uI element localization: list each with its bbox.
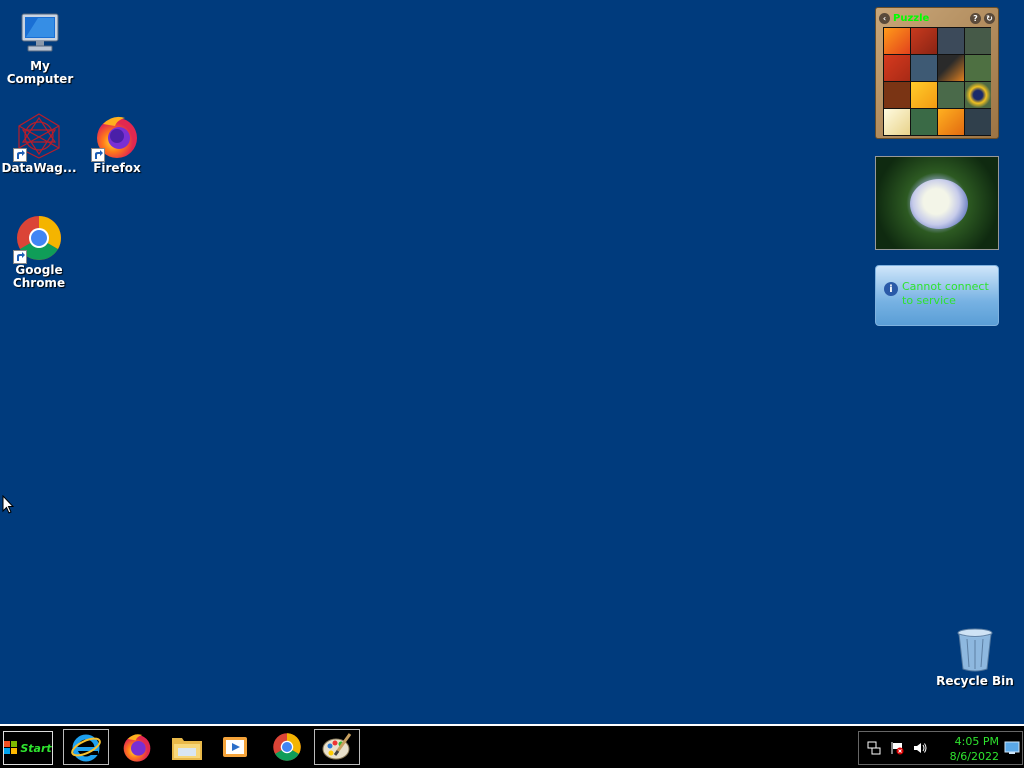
clock-time: 4:05 PM [954,735,999,748]
paint-icon [322,733,352,760]
datawag-icon [13,112,63,162]
start-label: Start [20,741,52,755]
taskbar-paint[interactable] [314,729,360,765]
desktop-icon-label: Recycle Bin [936,674,1014,688]
puzzle-tile[interactable] [884,55,910,81]
puzzle-tile[interactable] [911,28,937,54]
media-player-icon [223,737,247,757]
desktop-icon-label: My Computer [6,59,74,86]
desktop-icon-google-chrome[interactable]: Google Chrome [0,214,79,290]
recycle-bin-icon [951,625,999,673]
taskbar-file-explorer[interactable] [164,729,210,765]
shortcut-arrow-icon [13,148,27,162]
clock-date: 8/6/2022 [949,750,999,763]
slideshow-gadget[interactable] [875,156,999,250]
system-tray: 4:05 PM 8/6/2022 [858,731,1023,765]
puzzle-title: Puzzle [893,12,930,24]
info-icon: i [884,282,898,296]
taskbar-media-player[interactable] [212,729,258,765]
help-icon[interactable]: ? [970,12,981,24]
puzzle-grid[interactable] [883,27,991,136]
puzzle-gadget[interactable]: ‹ Puzzle ? ↻ [875,7,999,139]
network-icon[interactable] [866,740,882,756]
weather-gadget[interactable]: i Cannot connect to service [875,265,999,326]
shortcut-arrow-icon [91,148,105,162]
shortcut-arrow-icon [13,250,27,264]
puzzle-tile[interactable] [884,82,910,108]
desktop-icon-recycle-bin[interactable]: Recycle Bin [935,625,1015,688]
puzzle-titlebar: ‹ Puzzle ? ↻ [879,11,995,25]
back-icon[interactable]: ‹ [879,12,890,24]
clock[interactable]: 4:05 PM 8/6/2022 [939,734,999,764]
hydrangea-photo [910,179,968,229]
puzzle-tile[interactable] [965,82,991,108]
computer-icon [16,10,64,58]
puzzle-tile[interactable] [938,109,964,135]
desktop-icon-datawag[interactable]: DataWag... [0,112,79,175]
taskbar-chrome[interactable] [264,729,310,765]
desktop-icon-label: Google Chrome [12,263,66,290]
puzzle-tile[interactable] [911,82,937,108]
desktop-icon-firefox[interactable]: Firefox [77,112,157,175]
puzzle-tile[interactable] [965,28,991,54]
windows-logo-icon [4,741,18,754]
start-button[interactable]: Start [3,731,53,765]
puzzle-tile[interactable] [884,109,910,135]
volume-icon[interactable] [912,740,928,756]
chrome-icon [273,733,301,761]
internet-explorer-icon [71,734,101,762]
chrome-icon [13,214,63,264]
puzzle-tile[interactable] [938,82,964,108]
show-desktop-icon[interactable] [1004,740,1020,754]
puzzle-tile[interactable] [938,28,964,54]
desktop-icon-label: Firefox [93,161,141,175]
puzzle-tile[interactable] [911,55,937,81]
shuffle-icon[interactable]: ↻ [984,12,995,24]
action-center-flag-icon[interactable] [889,740,905,756]
puzzle-tile[interactable] [965,109,991,135]
taskbar-internet-explorer[interactable] [63,729,109,765]
taskbar: Start 4:05 PM 8/6/2022 [0,724,1024,768]
taskbar-firefox[interactable] [114,729,160,765]
mouse-cursor-icon [2,494,15,519]
firefox-icon [91,112,141,162]
puzzle-tile[interactable] [911,109,937,135]
puzzle-tile[interactable] [938,55,964,81]
desktop-icon-my-computer[interactable]: My Computer [0,10,80,86]
puzzle-tile[interactable] [884,28,910,54]
firefox-icon [123,734,151,762]
weather-message: Cannot connect to service [902,280,989,307]
file-explorer-icon [172,738,202,760]
desktop-icon-label: DataWag... [1,161,77,175]
puzzle-tile[interactable] [965,55,991,81]
